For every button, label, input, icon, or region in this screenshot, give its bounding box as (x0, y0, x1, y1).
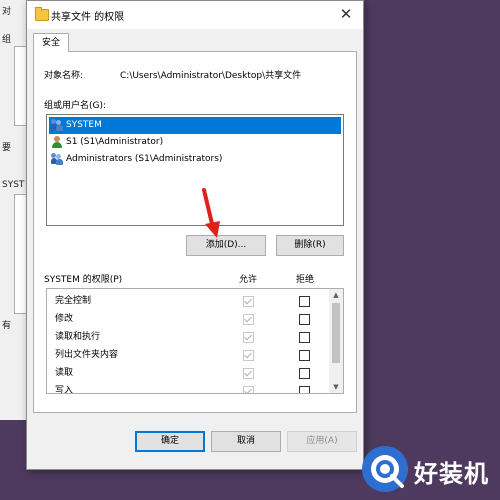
permission-name: 完全控制 (55, 296, 92, 306)
permission-name: 写入 (55, 386, 74, 394)
deny-checkbox[interactable] (299, 350, 310, 361)
user-name: Administrators (S1\Administrators) (66, 154, 223, 164)
list-item-system[interactable]: SYSTEM (49, 117, 341, 134)
watermark-logo: 好装机 (360, 440, 500, 500)
allow-checkbox (243, 332, 254, 343)
permissions-table: 完全控制 修改 读取和执行 列出文件夹内容 读取 写入 ▲ ▼ (46, 288, 344, 394)
allow-header: 允许 (239, 275, 258, 285)
permission-name: 修改 (55, 314, 74, 324)
deny-checkbox[interactable] (299, 332, 310, 343)
allow-checkbox (243, 350, 254, 361)
remove-button[interactable]: 删除(R) (276, 235, 344, 256)
scroll-thumb[interactable] (332, 303, 340, 363)
cancel-button[interactable]: 取消 (211, 431, 281, 452)
logo-mark-icon (362, 446, 408, 492)
apply-button[interactable]: 应用(A) (287, 431, 357, 452)
deny-checkbox[interactable] (299, 368, 310, 379)
annotation-arrow-icon (202, 188, 220, 238)
user-name: SYSTEM (66, 120, 102, 130)
deny-checkbox[interactable] (299, 314, 310, 325)
bg-fragment: 对 (2, 7, 12, 17)
allow-checkbox (243, 314, 254, 325)
object-name-value: C:\Users\Administrator\Desktop\共享文件 (120, 71, 302, 81)
group-icon (51, 118, 63, 131)
bg-fragment: 有 (2, 321, 12, 331)
tab-security[interactable]: 安全 (33, 33, 69, 52)
list-item-administrators[interactable]: Administrators (S1\Administrators) (49, 151, 341, 168)
ok-button[interactable]: 确定 (135, 431, 205, 452)
object-name-label: 对象名称: (44, 71, 84, 81)
deny-header: 拒绝 (296, 275, 315, 285)
allow-checkbox (243, 368, 254, 379)
close-button[interactable]: ✕ (335, 4, 357, 24)
bg-fragment: 要 (2, 143, 12, 153)
background-window: 对 组 要 SYST 有 (0, 0, 27, 420)
bg-fragment: 组 (2, 35, 12, 45)
group-icon (51, 152, 63, 165)
scroll-up-icon[interactable]: ▲ (329, 289, 343, 301)
allow-checkbox (243, 386, 254, 393)
table-row: 列出文件夹内容 (47, 346, 327, 364)
list-item-s1-administrator[interactable]: S1 (S1\Administrator) (49, 134, 341, 151)
table-row: 写入 (47, 382, 327, 394)
deny-checkbox[interactable] (299, 296, 310, 307)
permission-name: 读取 (55, 368, 74, 378)
watermark-text: 好装机 (414, 460, 489, 488)
permission-name: 读取和执行 (55, 332, 101, 342)
permissions-label: SYSTEM 的权限(P) (44, 275, 123, 285)
bg-fragment: SYST (2, 180, 25, 190)
table-row: 读取和执行 (47, 328, 327, 346)
dialog-title: 共享文件 的权限 (51, 12, 125, 23)
table-row: 修改 (47, 310, 327, 328)
title-bar[interactable]: 共享文件 的权限 ✕ (27, 1, 363, 29)
permission-name: 列出文件夹内容 (55, 350, 119, 360)
vertical-scrollbar[interactable]: ▲ ▼ (329, 289, 343, 393)
deny-checkbox[interactable] (299, 386, 310, 393)
allow-checkbox (243, 296, 254, 307)
table-row: 完全控制 (47, 292, 327, 310)
folder-icon (35, 7, 49, 21)
user-name: S1 (S1\Administrator) (66, 137, 164, 147)
scroll-down-icon[interactable]: ▼ (329, 381, 343, 393)
group-label: 组或用户名(G): (44, 101, 107, 111)
user-icon (51, 135, 63, 148)
table-row: 读取 (47, 364, 327, 382)
